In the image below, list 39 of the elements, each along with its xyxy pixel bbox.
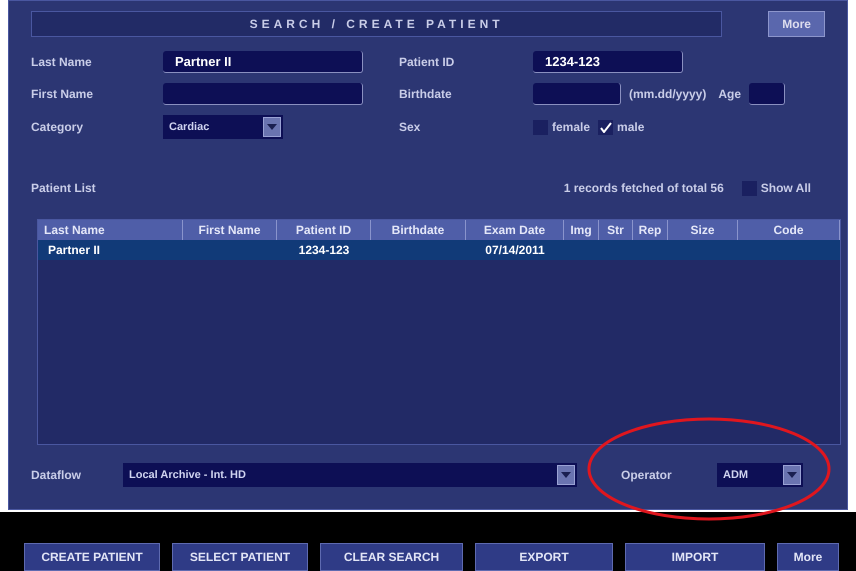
title-bar: SEARCH / CREATE PATIENT: [31, 11, 722, 37]
toolbar-button[interactable]: IMPORT: [625, 543, 765, 571]
operator-dropdown-value: ADM: [723, 468, 748, 483]
checkbox-label: male: [617, 119, 644, 136]
dataflow-dropdown[interactable]: Local Archive - Int. HD: [123, 463, 577, 487]
records-summary: 1 records fetched of total 56: [564, 180, 724, 197]
field-label: Age: [718, 86, 742, 103]
checkbox-label: female: [552, 119, 590, 136]
checkbox-label: Show All: [760, 180, 811, 197]
table-cell-text: 1234-123: [298, 242, 350, 259]
last-name-field[interactable]: Partner II: [163, 51, 363, 73]
toolbar-button[interactable]: SELECT PATIENT: [172, 543, 308, 571]
patient-id-field[interactable]: 1234-123: [533, 51, 683, 73]
age-field[interactable]: [749, 83, 786, 105]
table-cell-text: 07/14/2011: [484, 242, 546, 259]
field-label: Operator: [621, 467, 673, 484]
dataflow-dropdown-value: Local Archive - Int. HD: [129, 468, 246, 483]
date-format-hint: (mm.dd/yyyy): [629, 86, 706, 103]
toolbar-button[interactable]: EXPORT: [475, 543, 613, 571]
field-label: Dataflow: [31, 467, 82, 484]
patient-list-label: Patient List: [31, 180, 96, 197]
field-label: Patient ID: [399, 54, 456, 71]
toolbar-button[interactable]: CREATE PATIENT: [24, 543, 160, 571]
field-label: Sex: [399, 119, 422, 136]
checkbox[interactable]: [598, 120, 614, 134]
category-dropdown-value: Cardiac: [169, 120, 210, 135]
field-label: Last Name: [31, 54, 93, 71]
operator-dropdown[interactable]: ADM: [717, 463, 803, 487]
toolbar-button[interactable]: More: [777, 543, 839, 571]
field-label: Category: [31, 119, 84, 136]
field-label: First Name: [31, 86, 94, 103]
toolbar-button[interactable]: CLEAR SEARCH: [320, 543, 463, 571]
first-name-field[interactable]: [163, 83, 363, 105]
field-label: Birthdate: [399, 86, 453, 103]
table-cell-text: Partner II: [47, 242, 102, 259]
more-button[interactable]: More: [768, 11, 825, 37]
category-dropdown[interactable]: Cardiac: [163, 115, 283, 139]
table-row[interactable]: Partner II 1234-123 07/14/2011: [38, 240, 840, 260]
birthdate-field[interactable]: [533, 83, 621, 105]
